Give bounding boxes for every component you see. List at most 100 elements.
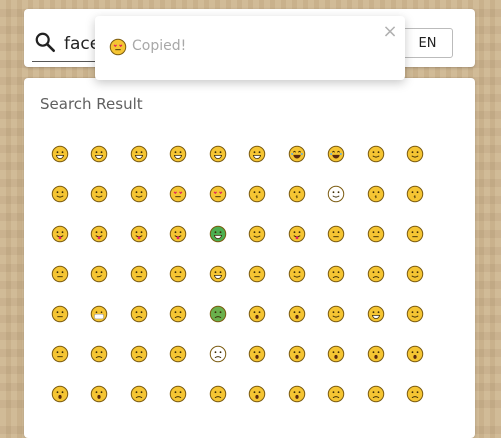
frowning-face-open-mouth-icon (406, 345, 424, 363)
emoji-cell[interactable] (79, 134, 119, 174)
emoji-cell[interactable] (198, 254, 238, 294)
emoji-cell[interactable] (40, 214, 80, 254)
kissing-face-icon (288, 185, 305, 203)
confounded-face-icon (327, 385, 345, 403)
emoji-cell[interactable] (158, 334, 198, 374)
emoji-cell[interactable] (40, 174, 80, 214)
emoji-cell[interactable] (79, 374, 119, 414)
emoji-cell[interactable] (395, 334, 435, 374)
emoji-cell[interactable] (79, 174, 119, 214)
grinning-face-sweat-icon (248, 145, 266, 163)
emoji-cell[interactable] (356, 334, 396, 374)
unamused-face-icon (130, 265, 147, 283)
emoji-cell[interactable] (277, 374, 317, 414)
emoji-cell[interactable] (356, 374, 396, 414)
emoji-cell[interactable] (395, 374, 435, 414)
smiling-face-heart-eyes-icon (169, 185, 187, 203)
results-card: Search Result (24, 78, 475, 438)
slightly-frowning-face-icon (169, 345, 187, 363)
emoji-cell[interactable] (40, 374, 80, 414)
emoji-cell[interactable] (316, 294, 356, 334)
emoji-cell[interactable] (158, 374, 198, 414)
emoji-cell[interactable] (395, 254, 435, 294)
emoji-cell[interactable] (277, 254, 317, 294)
emoji-cell[interactable] (237, 294, 277, 334)
emoji-cell[interactable] (316, 134, 356, 174)
emoji-cell[interactable] (40, 294, 80, 334)
emoji-cell[interactable] (356, 134, 396, 174)
emoji-cell[interactable] (356, 294, 396, 334)
grinning-squinting-face-icon (209, 145, 226, 163)
emoji-cell[interactable] (237, 174, 277, 214)
grinning-face-smiling-eyes-icon (130, 145, 147, 163)
emoji-cell[interactable] (395, 294, 435, 334)
emoji-cell[interactable] (237, 134, 277, 174)
close-icon[interactable]: × (380, 22, 400, 42)
emoji-cell[interactable] (395, 214, 435, 254)
hushed-face-icon (288, 345, 305, 363)
emoji-cell[interactable] (237, 254, 277, 294)
emoji-cell[interactable] (316, 334, 356, 374)
emoji-cell[interactable] (277, 214, 317, 254)
emoji-cell[interactable] (277, 294, 317, 334)
emoji-cell[interactable] (198, 134, 238, 174)
emoji-cell[interactable] (79, 214, 119, 254)
emoji-cell[interactable] (79, 254, 119, 294)
emoji-cell[interactable] (395, 174, 435, 214)
emoji-cell[interactable] (356, 254, 396, 294)
emoji-cell[interactable] (237, 334, 277, 374)
pensive-face-icon (327, 265, 345, 283)
emoji-cell[interactable] (198, 174, 238, 214)
results-title: Search Result (40, 95, 143, 113)
emoji-cell[interactable] (119, 334, 159, 374)
emoji-cell[interactable] (158, 214, 198, 254)
heart-eyes-emoji-icon (109, 38, 127, 56)
face-with-thermometer-icon (130, 305, 147, 323)
emoji-cell[interactable] (119, 174, 159, 214)
emoji-cell[interactable] (40, 254, 80, 294)
toast-text: Copied! (132, 38, 187, 54)
emoji-cell[interactable] (40, 334, 80, 374)
emoji-cell[interactable] (198, 214, 238, 254)
emoji-cell[interactable] (119, 374, 159, 414)
face-tears-of-joy-icon (327, 145, 345, 163)
rolling-on-floor-laughing-icon (288, 145, 305, 163)
sleepy-face-icon (367, 265, 384, 283)
emoji-cell[interactable] (237, 214, 277, 254)
emoji-cell[interactable] (158, 134, 198, 174)
emoji-cell[interactable] (277, 174, 317, 214)
emoji-cell[interactable] (119, 254, 159, 294)
search-icon[interactable] (34, 31, 56, 53)
emoji-cell[interactable] (356, 174, 396, 214)
face-screaming-in-fear-icon (288, 385, 305, 403)
smiling-face-halo-icon (130, 185, 147, 203)
emoji-cell[interactable] (119, 214, 159, 254)
emoji-cell[interactable] (40, 134, 80, 174)
emoji-cell[interactable] (158, 254, 198, 294)
emoji-cell[interactable] (237, 374, 277, 414)
emoji-cell[interactable] (158, 294, 198, 334)
face-vomiting-icon (248, 305, 266, 323)
squinting-face-tongue-icon (169, 225, 187, 243)
smiling-face-icon (327, 185, 345, 203)
emoji-cell[interactable] (277, 134, 317, 174)
emoji-cell[interactable] (198, 334, 238, 374)
emoji-cell[interactable] (79, 294, 119, 334)
nerd-face-icon (367, 305, 384, 323)
emoji-cell[interactable] (316, 214, 356, 254)
emoji-cell[interactable] (198, 294, 238, 334)
grinning-face-big-eyes-icon (90, 145, 108, 163)
language-button[interactable]: EN (402, 28, 453, 58)
emoji-cell[interactable] (356, 214, 396, 254)
winking-face-tongue-icon (130, 225, 147, 243)
emoji-cell[interactable] (198, 374, 238, 414)
emoji-cell[interactable] (119, 134, 159, 174)
emoji-cell[interactable] (119, 294, 159, 334)
emoji-cell[interactable] (316, 254, 356, 294)
emoji-cell[interactable] (277, 334, 317, 374)
emoji-cell[interactable] (79, 334, 119, 374)
emoji-cell[interactable] (158, 174, 198, 214)
emoji-cell[interactable] (316, 374, 356, 414)
emoji-cell[interactable] (316, 174, 356, 214)
emoji-cell[interactable] (395, 134, 435, 174)
